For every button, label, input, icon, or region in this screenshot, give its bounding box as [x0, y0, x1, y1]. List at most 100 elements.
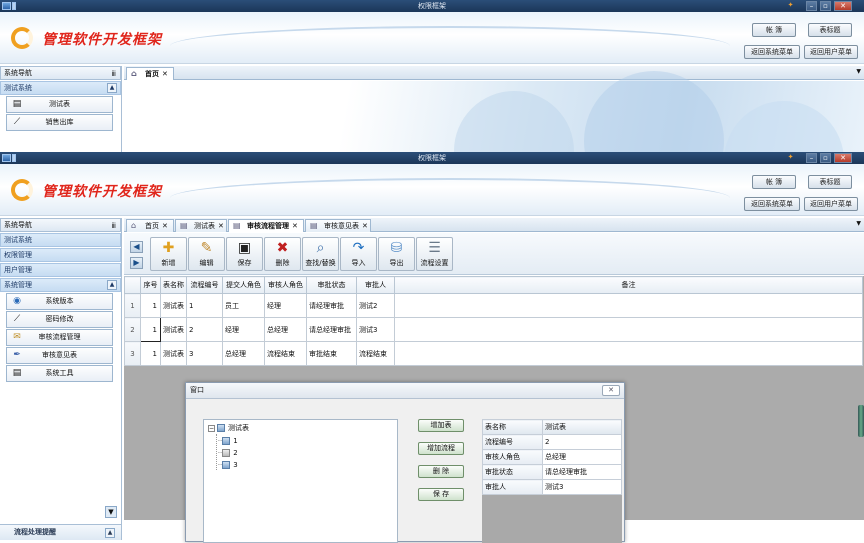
- tab-opinion-table[interactable]: ▤ 审核意见表 ✕: [305, 219, 371, 232]
- sidebar-item-opinion[interactable]: ✒ 审核意见表: [6, 347, 113, 364]
- restore-icon[interactable]: ▫: [820, 1, 831, 11]
- sidebar-item-system-version[interactable]: ◉ 系统版本: [6, 293, 113, 310]
- table-cell[interactable]: 请经理审批: [306, 293, 357, 318]
- column-header[interactable]: 表名称: [160, 276, 187, 294]
- column-header[interactable]: 审批状态: [306, 276, 357, 294]
- column-header[interactable]: 审核人角色: [264, 276, 307, 294]
- minimize-icon[interactable]: –: [806, 1, 817, 11]
- column-header[interactable]: 备注: [394, 276, 863, 294]
- collapse-icon[interactable]: ▲: [107, 280, 117, 290]
- export-button[interactable]: ⛁ 导出: [378, 237, 415, 271]
- tab-workflow-management[interactable]: ▤ 审核流程管理 ✕: [228, 219, 304, 232]
- ledger-button[interactable]: 帐 簿: [752, 175, 796, 189]
- sidebar-item-workflow[interactable]: ✉ 审核流程管理: [6, 329, 113, 346]
- property-value[interactable]: 测试3: [542, 479, 622, 495]
- scrollbar-handle[interactable]: [858, 405, 864, 437]
- table-title-button[interactable]: 表标题: [808, 175, 852, 189]
- property-row[interactable]: 审批人 测试3: [482, 479, 622, 495]
- table-title-button[interactable]: 表标题: [808, 23, 852, 37]
- find-replace-button[interactable]: ⌕ 查找/替换: [302, 237, 339, 271]
- table-cell[interactable]: 1: [140, 317, 161, 342]
- tree-node-2[interactable]: ┄ 2: [218, 448, 238, 458]
- table-cell[interactable]: [394, 317, 863, 342]
- table-cell[interactable]: 1: [186, 293, 223, 318]
- restore-icon[interactable]: ▫: [820, 153, 831, 163]
- tab-close-icon[interactable]: ✕: [162, 222, 168, 230]
- sidebar-item-tools[interactable]: ▤ 系统工具: [6, 365, 113, 382]
- tab-menu-icon[interactable]: ▼: [856, 68, 861, 75]
- collapse-icon[interactable]: ▲: [105, 528, 115, 538]
- delete-button[interactable]: ✖ 删除: [264, 237, 301, 271]
- delete-button[interactable]: 删 除: [418, 465, 464, 478]
- collapse-icon[interactable]: −: [208, 424, 215, 432]
- tab-menu-icon[interactable]: ▼: [856, 220, 861, 227]
- table-cell[interactable]: 流程结束: [356, 341, 395, 366]
- add-table-button[interactable]: 增加表: [418, 419, 464, 432]
- table-cell[interactable]: 总经理: [222, 341, 265, 366]
- property-row[interactable]: 表名称 测试表: [482, 419, 622, 435]
- return-user-menu-button[interactable]: 返回用户菜单: [804, 45, 858, 59]
- table-cell[interactable]: 1: [140, 293, 161, 318]
- collapse-icon[interactable]: ▲: [107, 83, 117, 93]
- property-row[interactable]: 流程编号 2: [482, 434, 622, 450]
- table-cell[interactable]: 员工: [222, 293, 265, 318]
- sidebar-item-sales-outbound[interactable]: ⟋ 销售出库: [6, 114, 113, 131]
- return-system-menu-button[interactable]: 返回系统菜单: [744, 197, 800, 211]
- pin-icon[interactable]: ⅲ: [112, 220, 116, 232]
- table-cell[interactable]: 请总经理审批: [306, 317, 357, 342]
- expand-down-icon[interactable]: ▼: [105, 506, 117, 518]
- sidebar-group-test-system[interactable]: 测试系统: [0, 233, 121, 247]
- tab-test-table[interactable]: ▤ 测试表 ✕: [175, 219, 227, 232]
- return-system-menu-button[interactable]: 返回系统菜单: [744, 45, 800, 59]
- table-cell[interactable]: 1: [140, 341, 161, 366]
- table-cell[interactable]: 流程结束: [264, 341, 307, 366]
- column-header[interactable]: 审批人: [356, 276, 395, 294]
- nav-forward-icon[interactable]: ▶: [130, 257, 143, 269]
- table-cell[interactable]: 总经理: [264, 317, 307, 342]
- add-button[interactable]: ✚ 新增: [150, 237, 187, 271]
- tree-node-3[interactable]: ┄ 3: [218, 460, 238, 470]
- edit-button[interactable]: ✎ 编辑: [188, 237, 225, 271]
- nav-back-icon[interactable]: ◀: [130, 241, 143, 253]
- flow-settings-button[interactable]: ☰ 流程设置: [416, 237, 453, 271]
- table-cell[interactable]: 测试2: [356, 293, 395, 318]
- property-row[interactable]: 审核人角色 总经理: [482, 449, 622, 465]
- table-cell[interactable]: [394, 293, 863, 318]
- sidebar-group-system[interactable]: 系统管理 ▲: [0, 278, 121, 292]
- sidebar-item-test-table[interactable]: ▤ 测试表: [6, 96, 113, 113]
- return-user-menu-button[interactable]: 返回用户菜单: [804, 197, 858, 211]
- tab-close-icon[interactable]: ✕: [362, 222, 368, 230]
- column-header[interactable]: 流程编号: [186, 276, 223, 294]
- table-cell[interactable]: 经理: [222, 317, 265, 342]
- tab-close-icon[interactable]: ✕: [218, 222, 224, 230]
- tree-node-1[interactable]: ┄ 1: [218, 436, 238, 446]
- property-value[interactable]: 测试表: [542, 419, 622, 435]
- table-cell[interactable]: 3: [186, 341, 223, 366]
- property-value[interactable]: 请总经理审批: [542, 464, 622, 480]
- sidebar-group-test-system[interactable]: 测试系统 ▲: [0, 81, 121, 95]
- table-cell[interactable]: 测试表: [160, 341, 187, 366]
- pin-icon[interactable]: ⅲ: [112, 68, 116, 80]
- table-cell[interactable]: [394, 341, 863, 366]
- sidebar-group-permission[interactable]: 权限管理: [0, 248, 121, 262]
- minimize-icon[interactable]: –: [806, 153, 817, 163]
- close-icon[interactable]: ✕: [834, 1, 852, 11]
- column-header[interactable]: 序号: [140, 276, 161, 294]
- tree-root[interactable]: − 测试表: [208, 423, 249, 433]
- sidebar-group-user[interactable]: 用户管理: [0, 263, 121, 277]
- property-row[interactable]: 审批状态 请总经理审批: [482, 464, 622, 480]
- add-flow-button[interactable]: 增加流程: [418, 442, 464, 455]
- sidebar-item-password[interactable]: ⟋ 密码修改: [6, 311, 113, 328]
- table-row[interactable]: 1 1 测试表 1 员工 经理 请经理审批 测试2: [124, 293, 863, 318]
- import-button[interactable]: ↷ 导入: [340, 237, 377, 271]
- table-cell[interactable]: 测试表: [160, 317, 187, 342]
- table-row[interactable]: 2 1 测试表 2 经理 总经理 请总经理审批 测试3: [124, 317, 863, 342]
- save-button[interactable]: 保 存: [418, 488, 464, 501]
- tab-home[interactable]: ⌂ 首页 ✕: [126, 67, 174, 80]
- close-icon[interactable]: ✕: [834, 153, 852, 163]
- ledger-button[interactable]: 帐 簿: [752, 23, 796, 37]
- table-cell[interactable]: 审批结束: [306, 341, 357, 366]
- table-cell[interactable]: 2: [186, 317, 223, 342]
- table-cell[interactable]: 测试3: [356, 317, 395, 342]
- property-value[interactable]: 2: [542, 434, 622, 450]
